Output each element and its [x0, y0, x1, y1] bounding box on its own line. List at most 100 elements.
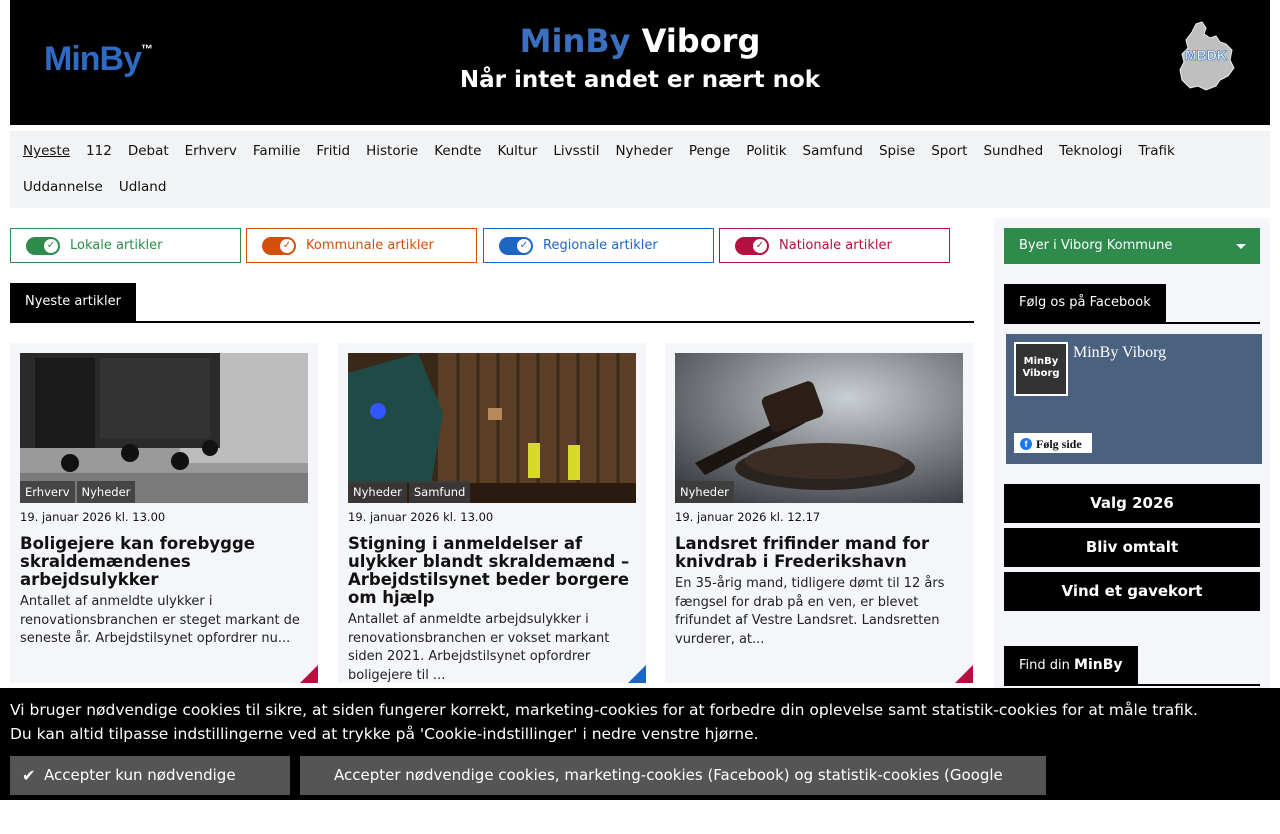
mbdk-label: MBDK [1185, 47, 1227, 63]
article-card[interactable]: Erhverv Nyheder 19. januar 2026 kl. 13.0… [10, 343, 318, 683]
article-title[interactable]: Landsret frifinder mand for knivdrab i F… [675, 535, 963, 571]
nav-item-nyeste[interactable]: Nyeste [15, 141, 78, 177]
article-tag[interactable]: Erhverv [20, 481, 75, 503]
accept-necessary-label: Accepter kun nødvendige cookies [44, 766, 236, 823]
article-image[interactable]: Nyheder [675, 353, 963, 503]
nav-item-nyheder[interactable]: Nyheder [607, 141, 680, 177]
filter-label: Kommunale artikler [306, 238, 434, 253]
category-nav-list: Nyeste 112 Debat Erhverv Familie Fritid Histor… [15, 141, 1265, 213]
nav-item-sundhed[interactable]: Sundhed [975, 141, 1051, 177]
scope-corner-marker [628, 665, 646, 683]
article-excerpt: Antallet af anmeldte arbejdsulykker i re… [348, 612, 610, 683]
category-nav: Nyeste 112 Debat Erhverv Familie Fritid Histor… [10, 131, 1270, 208]
fb-page-name[interactable]: MinBy Viborg [1073, 344, 1166, 362]
facebook-page-widget[interactable]: MinBy Viborg MinBy Viborg f Følg side [1006, 334, 1262, 464]
toggle-switch[interactable]: ✓ [499, 236, 533, 255]
nav-item-udland[interactable]: Udland [111, 177, 175, 213]
nav-item-uddannelse[interactable]: Uddannelse [15, 177, 111, 213]
nav-item-spise[interactable]: Spise [871, 141, 923, 177]
article-image[interactable]: Nyheder Samfund [348, 353, 636, 503]
site-title-city: Viborg [641, 22, 761, 60]
check-icon: ✓ [280, 238, 294, 253]
section-divider [10, 321, 974, 323]
article-tag[interactable]: Samfund [408, 481, 471, 503]
filter-label: Nationale artikler [779, 238, 892, 253]
nav-item-trafik[interactable]: Trafik [1130, 141, 1182, 177]
nav-item-politik[interactable]: Politik [738, 141, 794, 177]
article-date: 19. januar 2026 kl. 12.17 [675, 510, 821, 524]
article-image[interactable]: Erhverv Nyheder [20, 353, 308, 503]
section-divider [1004, 322, 1260, 324]
nav-item-historie[interactable]: Historie [358, 141, 426, 177]
city-dropdown-label: Byer i Viborg Kommune [1019, 238, 1173, 253]
facebook-icon: f [1020, 438, 1032, 450]
mbdk-map-logo[interactable]: MBDK [1176, 20, 1236, 92]
toggle-switch[interactable]: ✓ [26, 236, 60, 255]
accept-necessary-cookies-button[interactable]: ✔ Accepter kun nødvendige cookies [10, 756, 290, 823]
nav-item-112[interactable]: 112 [78, 141, 120, 177]
article-card[interactable]: Nyheder 19. januar 2026 kl. 12.17 Landsr… [665, 343, 973, 683]
nav-item-familie[interactable]: Familie [245, 141, 309, 177]
article-tags: Erhverv Nyheder [20, 481, 137, 503]
article-title[interactable]: Boligejere kan forebygge skraldemændenes… [20, 535, 308, 589]
nav-item-kendte[interactable]: Kendte [426, 141, 489, 177]
check-icon: ✓ [753, 238, 767, 253]
find-minby-prefix: Find din [1019, 658, 1075, 673]
toggle-switch[interactable]: ✓ [262, 236, 296, 255]
find-minby-tab: Find din MinBy [1004, 646, 1138, 684]
article-date: 19. januar 2026 kl. 13.00 [348, 510, 494, 524]
checkmark-icon: ✔ [22, 766, 36, 785]
bliv-omtalt-button[interactable]: Bliv omtalt [1004, 528, 1260, 567]
cookie-message: Vi bruger nødvendige cookies til sikre, … [10, 698, 1198, 746]
filter-municipal-articles[interactable]: ✓ Kommunale artikler [246, 228, 477, 263]
section-divider [1004, 684, 1260, 686]
scope-corner-marker [300, 665, 318, 683]
nav-item-erhverv[interactable]: Erhverv [177, 141, 245, 177]
vind-gavekort-button[interactable]: Vind et gavekort [1004, 572, 1260, 611]
site-title-brand: MinBy [519, 22, 631, 60]
site-title: MinBy Viborg [10, 22, 1270, 60]
cookie-message-line: Vi bruger nødvendige cookies til sikre, … [10, 701, 1198, 719]
article-excerpt: Antallet af anmeldte ulykker i renovatio… [20, 594, 300, 646]
nav-item-samfund[interactable]: Samfund [795, 141, 871, 177]
site-header: MinBy™ MinBy Viborg Når intet andet er n… [10, 0, 1270, 125]
article-excerpt: En 35-årig mand, tidligere dømt til 12 å… [675, 576, 945, 647]
fb-avatar-line: MinBy [1023, 356, 1059, 367]
accept-all-cookies-button[interactable]: Accepter nødvendige cookies, marketing-c… [300, 756, 1046, 823]
denmark-map-icon: MBDK [1179, 21, 1235, 91]
filter-label: Lokale artikler [70, 238, 163, 253]
filter-local-articles[interactable]: ✓ Lokale artikler [10, 228, 241, 263]
nav-item-debat[interactable]: Debat [120, 141, 177, 177]
article-tag[interactable]: Nyheder [348, 481, 407, 503]
toggle-switch[interactable]: ✓ [735, 236, 769, 255]
nav-item-teknologi[interactable]: Teknologi [1051, 141, 1130, 177]
fb-avatar-line: Viborg [1022, 368, 1060, 379]
nav-item-penge[interactable]: Penge [681, 141, 738, 177]
fb-follow-button[interactable]: f Følg side [1014, 433, 1092, 453]
nav-item-sport[interactable]: Sport [923, 141, 975, 177]
facebook-section-tab: Følg os på Facebook [1004, 284, 1166, 322]
article-tag[interactable]: Nyheder [76, 481, 136, 503]
city-dropdown[interactable]: Byer i Viborg Kommune [1004, 228, 1260, 264]
nav-item-fritid[interactable]: Fritid [308, 141, 358, 177]
latest-articles-tab[interactable]: Nyeste artikler [10, 283, 136, 321]
fb-page-avatar[interactable]: MinBy Viborg [1014, 342, 1068, 396]
article-tags: Nyheder [675, 481, 736, 503]
caret-down-icon [1236, 244, 1246, 249]
valg-2026-button[interactable]: Valg 2026 [1004, 484, 1260, 523]
site-tagline: Når intet andet er nært nok [459, 67, 821, 93]
cookie-banner: Vi bruger nødvendige cookies til sikre, … [0, 688, 1280, 823]
article-card[interactable]: Nyheder Samfund 19. januar 2026 kl. 13.0… [338, 343, 646, 683]
nav-item-kultur[interactable]: Kultur [489, 141, 545, 177]
accept-all-label: Accepter nødvendige cookies, marketing-c… [334, 766, 1003, 823]
filter-national-articles[interactable]: ✓ Nationale artikler [719, 228, 950, 263]
filter-regional-articles[interactable]: ✓ Regionale artikler [483, 228, 714, 263]
article-tags: Nyheder Samfund [348, 481, 472, 503]
cookie-message-line: Du kan altid tilpasse indstillingerne ve… [10, 725, 759, 743]
article-tag[interactable]: Nyheder [675, 481, 734, 503]
filter-label: Regionale artikler [543, 238, 658, 253]
article-title[interactable]: Stigning i anmeldelser af ulykker blandt… [348, 535, 636, 607]
nav-item-livsstil[interactable]: Livsstil [545, 141, 607, 177]
find-minby-brand: MinBy [1074, 657, 1123, 673]
check-icon: ✓ [517, 238, 531, 253]
